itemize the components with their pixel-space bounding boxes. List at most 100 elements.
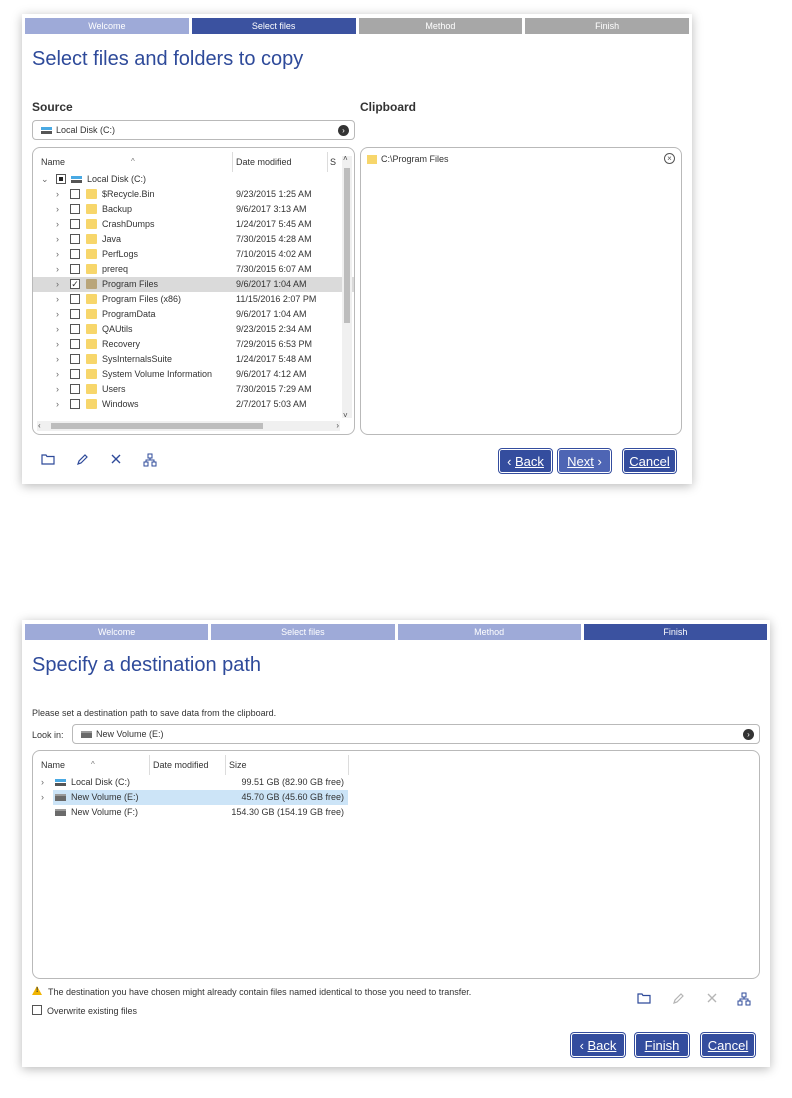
expand-chevron-icon[interactable]: ›: [56, 309, 59, 319]
tree-row[interactable]: › Windows 2/7/2017 5:03 AM: [33, 397, 354, 412]
finish-button[interactable]: Finish: [635, 1033, 689, 1057]
tree-row[interactable]: › Backup 9/6/2017 3:13 AM: [33, 202, 354, 217]
row-checkbox[interactable]: [70, 234, 80, 244]
expand-chevron-icon[interactable]: ›: [56, 219, 59, 229]
expand-chevron-icon[interactable]: ›: [56, 384, 59, 394]
scroll-down-icon[interactable]: ˅: [343, 411, 348, 420]
tree-row[interactable]: › ✓ Program Files 9/6/2017 1:04 AM: [33, 277, 354, 292]
row-checkbox[interactable]: [70, 324, 80, 334]
column-date-modified[interactable]: Date modified: [153, 760, 209, 770]
expand-chevron-icon[interactable]: ›: [56, 204, 59, 214]
tree-row[interactable]: › QAUtils 9/23/2015 2:34 AM: [33, 322, 354, 337]
tree-row[interactable]: › SysInternalsSuite 1/24/2017 5:48 AM: [33, 352, 354, 367]
tree-row-date: 7/30/2015 6:07 AM: [236, 264, 312, 274]
column-name[interactable]: Name: [41, 760, 65, 770]
drive-row[interactable]: New Volume (F:) 154.30 GB (154.19 GB free…: [33, 805, 348, 820]
look-in-dropdown[interactable]: New Volume (E:) ›: [72, 724, 760, 744]
drive-icon: [81, 730, 92, 738]
folder-icon: [86, 189, 97, 199]
expand-chevron-icon[interactable]: ›: [56, 399, 59, 409]
vertical-scroll-thumb[interactable]: [344, 168, 350, 323]
new-folder-icon[interactable]: [40, 453, 56, 469]
dropdown-arrow-icon[interactable]: ›: [743, 729, 754, 740]
back-button[interactable]: ‹ Back: [571, 1033, 625, 1057]
folder-icon: [86, 309, 97, 319]
expand-chevron-icon[interactable]: ›: [56, 279, 59, 289]
expand-chevron-icon[interactable]: ›: [56, 294, 59, 304]
expand-chevron-icon[interactable]: ›: [56, 324, 59, 334]
row-checkbox[interactable]: [70, 294, 80, 304]
destination-tree[interactable]: ^ Name Date modified Size › Local Disk (C…: [32, 750, 760, 979]
source-tree[interactable]: ^ Name Date modified S ⌄ Local Disk (C:)…: [32, 147, 355, 435]
expand-chevron-icon[interactable]: ›: [56, 189, 59, 199]
scroll-up-icon[interactable]: ˄: [343, 154, 348, 163]
source-path-dropdown[interactable]: Local Disk (C:) ›: [32, 120, 355, 140]
cancel-button[interactable]: Cancel: [623, 449, 676, 473]
clipboard-item[interactable]: C:\Program Files: [367, 154, 449, 164]
row-checkbox[interactable]: [70, 354, 80, 364]
expand-chevron-icon[interactable]: ›: [41, 777, 44, 787]
expand-chevron-icon[interactable]: ›: [41, 792, 44, 802]
column-size[interactable]: S: [330, 157, 336, 167]
remove-item-icon[interactable]: ×: [664, 153, 675, 164]
tree-row-label: prereq: [102, 264, 129, 274]
expand-chevron-icon[interactable]: ›: [56, 234, 59, 244]
root-checkbox[interactable]: [56, 174, 66, 184]
tree-row[interactable]: › System Volume Information 9/6/2017 4:12 …: [33, 367, 354, 382]
horizontal-scroll-thumb[interactable]: [51, 423, 263, 429]
drive-icon: [55, 809, 66, 816]
network-icon[interactable]: [142, 453, 158, 469]
expand-chevron-icon[interactable]: ›: [56, 249, 59, 259]
row-checkbox[interactable]: [70, 384, 80, 394]
back-button[interactable]: ‹ Back: [499, 449, 552, 473]
clipboard-list[interactable]: C:\Program Files ×: [360, 147, 682, 435]
tree-row[interactable]: › prereq 7/30/2015 6:07 AM: [33, 262, 354, 277]
row-checkbox[interactable]: ✓: [70, 279, 80, 289]
expand-chevron-icon[interactable]: ›: [56, 354, 59, 364]
tree-row[interactable]: › ProgramData 9/6/2017 1:04 AM: [33, 307, 354, 322]
column-date-modified[interactable]: Date modified: [236, 157, 292, 167]
new-folder-icon[interactable]: [636, 992, 652, 1008]
overwrite-checkbox[interactable]: [32, 1005, 42, 1015]
collapse-chevron-icon[interactable]: ⌄: [41, 174, 49, 185]
network-icon[interactable]: [736, 992, 752, 1008]
scroll-left-icon[interactable]: ‹: [38, 421, 41, 430]
expand-chevron-icon[interactable]: ›: [56, 369, 59, 379]
row-checkbox[interactable]: [70, 189, 80, 199]
delete-x-icon[interactable]: [108, 453, 124, 469]
expand-chevron-icon[interactable]: ›: [56, 264, 59, 274]
folder-icon: [86, 369, 97, 379]
tree-row-date: 9/6/2017 4:12 AM: [236, 369, 307, 379]
tree-row[interactable]: › Program Files (x86) 11/15/2016 2:07 PM: [33, 292, 354, 307]
horizontal-scrollbar[interactable]: ‹ ›: [37, 421, 340, 431]
column-name[interactable]: Name: [41, 157, 65, 167]
tree-row[interactable]: › $Recycle.Bin 9/23/2015 1:25 AM: [33, 187, 354, 202]
cancel-button[interactable]: Cancel: [701, 1033, 755, 1057]
drive-row[interactable]: › New Volume (E:) 45.70 GB (45.60 GB free): [33, 790, 348, 805]
row-checkbox[interactable]: [70, 249, 80, 259]
vertical-scrollbar[interactable]: ˄ ˅: [342, 154, 352, 420]
tree-row-root[interactable]: ⌄ Local Disk (C:): [33, 172, 354, 187]
row-checkbox[interactable]: [70, 339, 80, 349]
tree-row[interactable]: › CrashDumps 1/24/2017 5:45 AM: [33, 217, 354, 232]
row-checkbox[interactable]: [70, 309, 80, 319]
row-checkbox[interactable]: [70, 204, 80, 214]
row-checkbox[interactable]: [70, 264, 80, 274]
column-size[interactable]: Size: [229, 760, 247, 770]
row-checkbox[interactable]: [70, 369, 80, 379]
scroll-right-icon[interactable]: ›: [336, 421, 339, 430]
tree-row-date: 9/23/2015 1:25 AM: [236, 189, 312, 199]
overwrite-label: Overwrite existing files: [47, 1006, 138, 1016]
row-checkbox[interactable]: [70, 399, 80, 409]
drive-row[interactable]: › Local Disk (C:) 99.51 GB (82.90 GB free): [33, 775, 348, 790]
rename-pencil-icon[interactable]: [74, 453, 90, 469]
expand-chevron-icon[interactable]: ›: [56, 339, 59, 349]
tree-row[interactable]: › Users 7/30/2015 7:29 AM: [33, 382, 354, 397]
tree-row[interactable]: › Recovery 7/29/2015 6:53 PM: [33, 337, 354, 352]
dropdown-arrow-icon[interactable]: ›: [338, 125, 349, 136]
tree-row[interactable]: › Java 7/30/2015 4:28 AM: [33, 232, 354, 247]
next-button[interactable]: Next ›: [558, 449, 611, 473]
tree-row-date: 9/23/2015 2:34 AM: [236, 324, 312, 334]
tree-row[interactable]: › PerfLogs 7/10/2015 4:02 AM: [33, 247, 354, 262]
row-checkbox[interactable]: [70, 219, 80, 229]
